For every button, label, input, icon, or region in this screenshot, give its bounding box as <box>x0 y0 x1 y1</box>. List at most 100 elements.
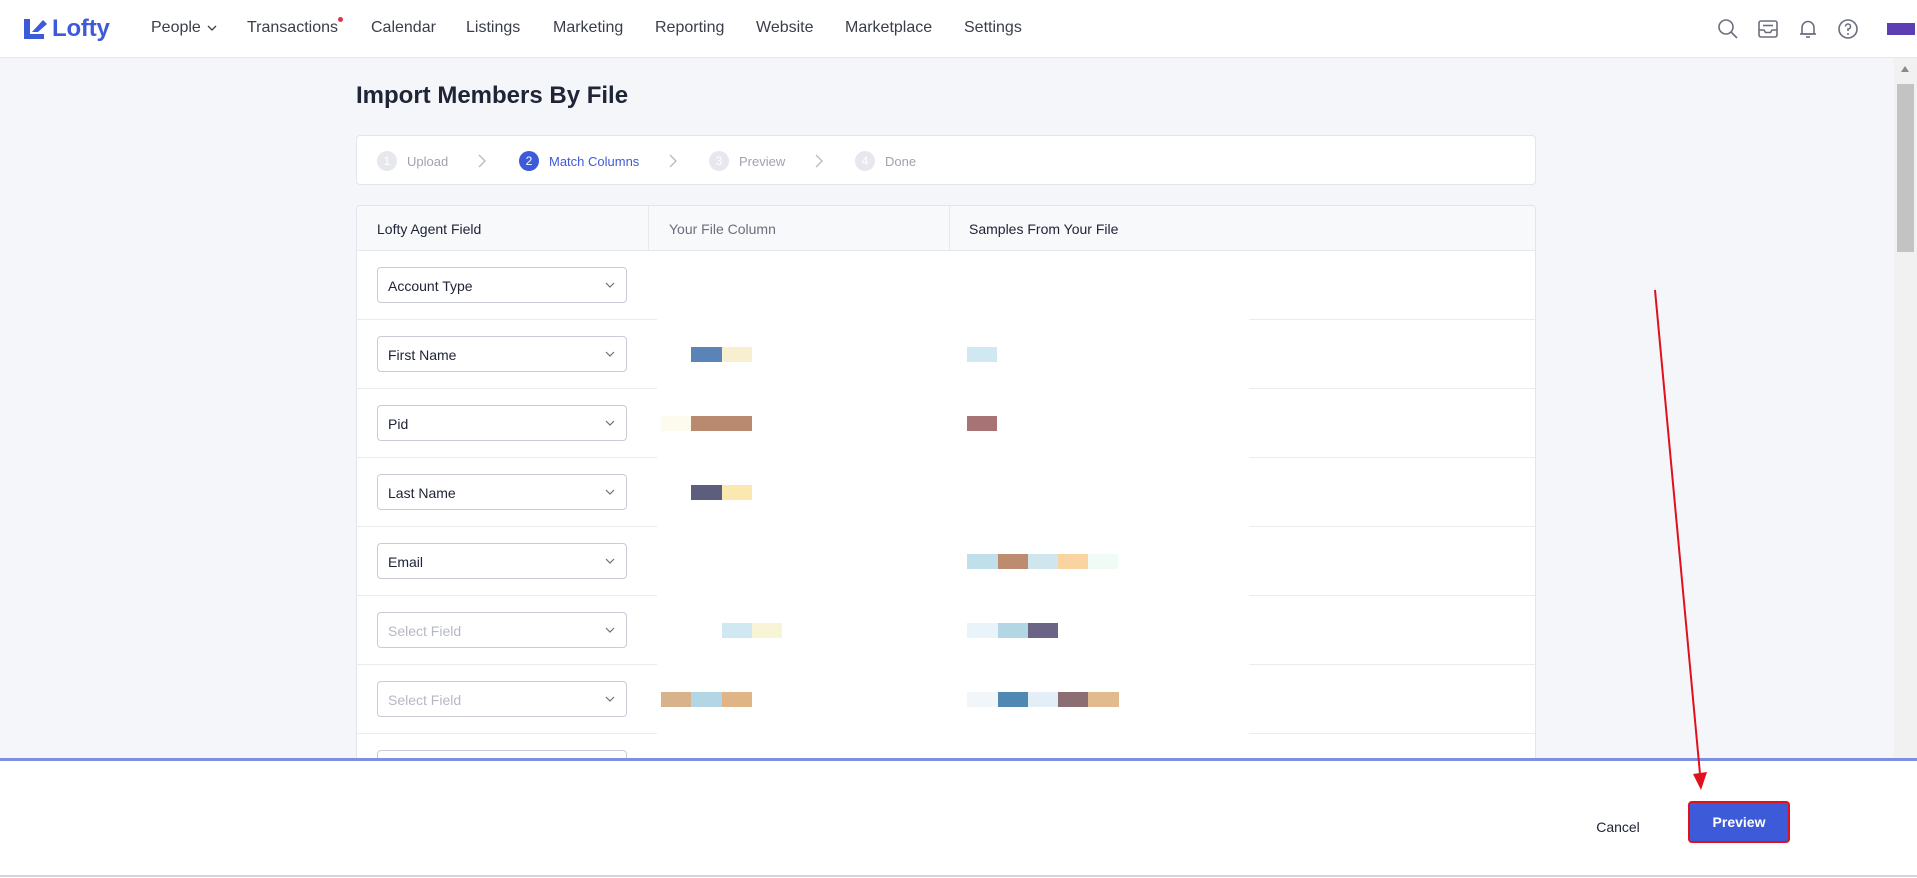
redacted-block <box>967 554 998 569</box>
step-label: Upload <box>407 153 449 169</box>
chevron-down-icon <box>605 351 615 357</box>
divider <box>0 875 1917 877</box>
field-select-value: Last Name <box>388 485 456 501</box>
redacted-block <box>722 485 752 500</box>
table-header: Lofty Agent Field Your File Column Sampl… <box>357 206 1535 251</box>
lofty-logo-icon <box>24 19 47 39</box>
header-file-column: Your File Column <box>669 221 776 237</box>
bell-icon[interactable] <box>1796 17 1820 41</box>
top-nav: Lofty People Transactions Calendar Listi… <box>0 0 1917 58</box>
logo-text: Lofty <box>52 15 110 42</box>
redacted-block <box>691 692 722 707</box>
redacted-block <box>722 347 752 362</box>
step-match-columns: 2 Match Columns <box>519 151 639 171</box>
redacted-block <box>998 554 1028 569</box>
field-select-value: First Name <box>388 347 457 363</box>
help-icon[interactable] <box>1836 17 1860 41</box>
lofty-logo[interactable]: Lofty <box>22 15 110 43</box>
nav-marketing-label: Marketing <box>553 19 624 36</box>
step-label: Match Columns <box>549 153 640 169</box>
redacted-block <box>661 416 691 431</box>
field-select-placeholder: Select Field <box>388 623 462 639</box>
nav-marketing[interactable]: Marketing <box>553 19 623 37</box>
redacted-block <box>967 347 997 362</box>
redacted-block <box>1028 623 1058 638</box>
step-preview: 3 Preview <box>709 151 785 171</box>
redacted-block <box>1028 692 1058 707</box>
step-number: 3 <box>709 151 729 171</box>
step-done: 4 Done <box>855 151 916 171</box>
redacted-block <box>1058 692 1088 707</box>
preview-button[interactable]: Preview <box>1688 801 1790 843</box>
field-select[interactable]: Account Type <box>377 267 627 303</box>
chevron-down-icon <box>605 558 615 564</box>
redacted-block <box>967 416 997 431</box>
search-icon[interactable] <box>1716 17 1740 41</box>
nav-settings[interactable]: Settings <box>964 19 1022 37</box>
step-number: 4 <box>855 151 875 171</box>
column-divider <box>648 206 649 251</box>
chevron-down-icon <box>605 420 615 426</box>
nav-transactions[interactable]: Transactions <box>247 17 343 37</box>
chevron-down-icon <box>605 489 615 495</box>
nav-listings[interactable]: Listings <box>466 19 520 37</box>
redacted-block <box>691 347 722 362</box>
redacted-block <box>722 692 752 707</box>
nav-reporting-label: Reporting <box>655 19 725 36</box>
redacted-block <box>1058 554 1088 569</box>
nav-reporting[interactable]: Reporting <box>655 19 724 37</box>
scrollbar[interactable] <box>1894 58 1917 758</box>
nav-website[interactable]: Website <box>756 19 814 37</box>
field-select[interactable]: First Name <box>377 336 627 372</box>
chevron-right-icon <box>669 154 677 168</box>
field-select[interactable]: Email <box>377 543 627 579</box>
column-divider <box>949 206 950 251</box>
step-label: Done <box>885 153 917 169</box>
nav-settings-label: Settings <box>964 19 1022 36</box>
redacted-block <box>691 485 722 500</box>
match-columns-table: Lofty Agent Field Your File Column Sampl… <box>356 205 1536 761</box>
redacted-block <box>1088 554 1118 569</box>
field-select-value: Email <box>388 554 424 570</box>
step-number: 2 <box>519 151 539 171</box>
cancel-button[interactable]: Cancel <box>1580 812 1656 842</box>
nav-calendar-label: Calendar <box>371 19 436 36</box>
redacted-block <box>998 692 1028 707</box>
redacted-block <box>1088 692 1119 707</box>
redacted-block <box>661 692 691 707</box>
header-samples: Samples From Your File <box>969 221 1119 237</box>
field-select[interactable]: Select Field <box>377 612 627 648</box>
bottom-action-bar: Cancel Preview <box>0 758 1917 878</box>
avatar[interactable] <box>1887 23 1915 35</box>
scrollbar-thumb[interactable] <box>1897 84 1914 252</box>
nav-transactions-label: Transactions <box>247 19 338 36</box>
redacted-block <box>967 623 998 638</box>
nav-people[interactable]: People <box>151 19 217 37</box>
redacted-block <box>1028 554 1058 569</box>
chevron-down-icon <box>605 696 615 702</box>
nav-calendar[interactable]: Calendar <box>371 19 436 37</box>
nav-marketplace[interactable]: Marketplace <box>845 19 932 37</box>
nav-website-label: Website <box>756 19 814 36</box>
chevron-down-icon <box>605 282 615 288</box>
scroll-up-icon[interactable] <box>1901 66 1909 72</box>
field-select-placeholder: Select Field <box>388 692 462 708</box>
nav-people-label: People <box>151 19 201 36</box>
field-select[interactable]: Select Field <box>377 681 627 717</box>
redacted-block <box>998 623 1028 638</box>
step-upload: 1 Upload <box>377 151 448 171</box>
redacted-columns <box>657 251 1249 760</box>
nav-marketplace-label: Marketplace <box>845 19 933 36</box>
inbox-icon[interactable] <box>1756 17 1780 41</box>
chevron-down-icon <box>605 627 615 633</box>
field-select[interactable]: Pid <box>377 405 627 441</box>
field-select-value: Account Type <box>388 278 473 294</box>
nav-listings-label: Listings <box>466 19 521 36</box>
steps-bar: 1 Upload 2 Match Columns 3 Preview 4 Don… <box>356 135 1536 185</box>
redacted-block <box>752 623 782 638</box>
field-select[interactable]: Last Name <box>377 474 627 510</box>
redacted-block <box>691 416 752 431</box>
chevron-right-icon <box>478 154 486 168</box>
redacted-block <box>967 692 998 707</box>
chevron-down-icon <box>207 25 217 31</box>
